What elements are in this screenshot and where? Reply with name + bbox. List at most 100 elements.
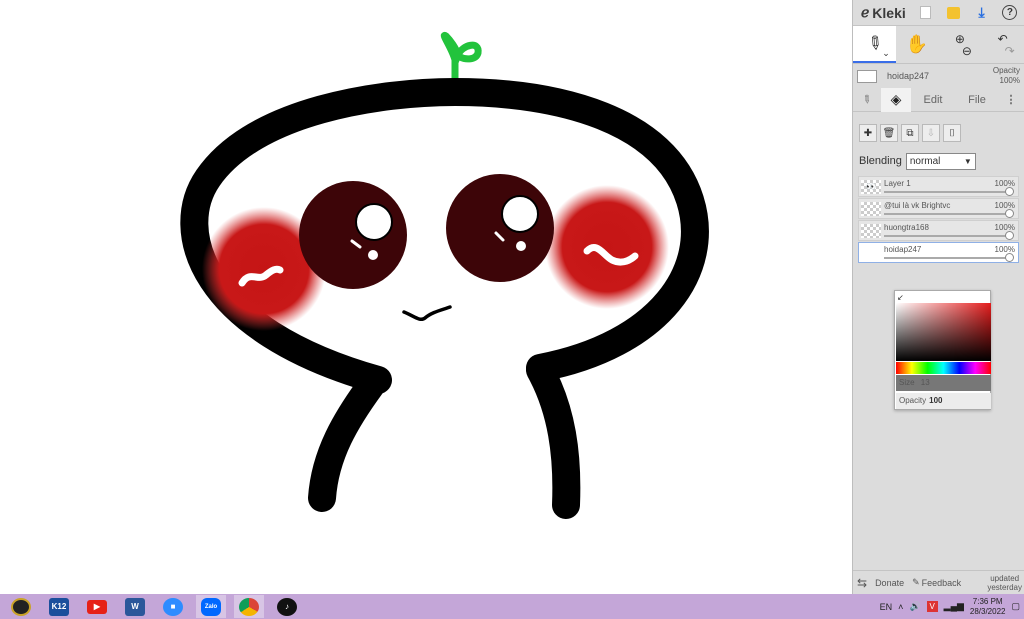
saturation-value-field[interactable]: [896, 303, 991, 361]
rename-icon: ⌷: [949, 127, 955, 139]
layer-opacity-slider[interactable]: [884, 235, 1012, 237]
new-image-button[interactable]: [914, 3, 936, 23]
feedback-icon: ✎: [912, 577, 920, 587]
notification-icon[interactable]: ▢: [1011, 601, 1020, 612]
brush-tool-button[interactable]: ✎ ⌄: [853, 26, 896, 63]
more-menu-button[interactable]: ⋮: [999, 88, 1023, 112]
chevron-up-icon[interactable]: ˄: [898, 602, 903, 612]
tab-edit[interactable]: Edit: [911, 88, 955, 112]
zoom-icon: ■: [163, 597, 183, 616]
slider-knob[interactable]: [1005, 253, 1014, 262]
taskbar-app-open[interactable]: [234, 595, 264, 618]
right-blush: [545, 185, 669, 309]
hue-slider[interactable]: [896, 362, 991, 374]
hand-icon: ✋: [905, 34, 929, 54]
chevron-down-icon: ▼: [963, 156, 972, 166]
chevron-down-icon: ⌄: [882, 48, 890, 58]
vivaldi-tray-icon[interactable]: V: [926, 601, 938, 612]
new-page-icon: [919, 6, 931, 19]
layer-item[interactable]: huongtra168 100%: [858, 220, 1019, 241]
rename-layer-button[interactable]: ⌷: [943, 124, 961, 142]
tab-file[interactable]: File: [955, 88, 999, 112]
drawing-canvas[interactable]: [0, 0, 852, 594]
app-logo: ℯ Kleki: [853, 4, 911, 21]
taskbar-app[interactable]: ■: [158, 595, 188, 618]
swap-icon: ⇆: [857, 575, 868, 590]
sprout-shape: [440, 31, 482, 84]
feedback-link[interactable]: ✎ Feedback: [908, 577, 965, 588]
kleki-logo-icon: ℯ: [861, 4, 870, 20]
volume-icon[interactable]: 🔊: [909, 601, 920, 612]
current-layer-name: hoidap247: [887, 71, 930, 81]
wifi-icon[interactable]: ▂▄▆: [944, 601, 964, 612]
zoom-out-icon[interactable]: ⊖: [962, 45, 972, 57]
layer-opacity-slider[interactable]: [884, 191, 1012, 193]
layer-list: 👀 Layer 1 100% @tui là vk Brightvc 100% …: [853, 176, 1024, 263]
top-bar: ℯ Kleki ⤓ ?: [853, 0, 1024, 26]
taskbar-app[interactable]: ▶: [82, 595, 112, 618]
zoom-buttons[interactable]: ⊕ ⊖: [939, 26, 982, 63]
add-layer-button[interactable]: ✚: [859, 124, 877, 142]
layer-toolbar: ✚ 🗑 ⧉ ⇩ ⌷: [853, 118, 1024, 148]
tab-layers[interactable]: ◈: [881, 87, 911, 112]
help-button[interactable]: ?: [999, 3, 1021, 23]
color-picker-popup: ↙ Size 13 Opacity 100: [894, 290, 991, 410]
delete-layer-button[interactable]: 🗑: [880, 124, 898, 142]
help-icon: ?: [1002, 5, 1018, 20]
update-note: updated yesterday: [987, 573, 1022, 592]
layer-opacity-slider[interactable]: [884, 257, 1012, 259]
brush-opacity-slider[interactable]: Opacity 100: [896, 393, 991, 409]
tab-brush[interactable]: ✎: [853, 88, 881, 112]
youtube-icon: ▶: [87, 599, 107, 614]
blending-select[interactable]: normal ▼: [905, 152, 976, 170]
duplicate-icon: ⧉: [906, 127, 914, 139]
download-icon: ⤓: [978, 4, 985, 20]
panel-tabs: ✎ ◈ Edit File ⋮: [853, 87, 1024, 112]
layer-item[interactable]: @tui là vk Brightvc 100%: [858, 198, 1019, 219]
taskbar-app-open[interactable]: Zalo: [196, 595, 226, 618]
language-indicator[interactable]: EN: [880, 602, 893, 612]
system-tray: EN ˄ 🔊 V ▂▄▆ 7:36 PM 28/3/2022 ▢: [880, 594, 1024, 619]
layer-thumbnail: [861, 224, 881, 238]
duplicate-layer-button[interactable]: ⧉: [901, 124, 919, 142]
layer-item-selected[interactable]: hoidap247 100%: [858, 242, 1019, 263]
layer-opacity-slider[interactable]: [884, 213, 1012, 215]
swap-side-button[interactable]: ⇆: [853, 576, 871, 590]
clock[interactable]: 7:36 PM 28/3/2022: [970, 597, 1006, 617]
donate-link[interactable]: Donate: [871, 578, 908, 588]
slider-knob[interactable]: [1005, 209, 1014, 218]
tool-row: ✎ ⌄ ✋ ⊕ ⊖ ↶ ↷: [853, 26, 1024, 64]
save-button[interactable]: [942, 3, 964, 23]
undo-redo-buttons[interactable]: ↶ ↷: [981, 26, 1024, 63]
zalo-icon: Zalo: [201, 597, 221, 616]
save-icon: [946, 6, 960, 19]
taskbar-app[interactable]: ♪: [272, 595, 302, 618]
redo-icon[interactable]: ↷: [1005, 45, 1015, 57]
layer-thumbnail: [861, 246, 881, 260]
taskbar-app[interactable]: [6, 595, 36, 618]
blending-label: Blending: [859, 155, 902, 167]
layer-item[interactable]: 👀 Layer 1 100%: [858, 176, 1019, 197]
zoom-in-icon[interactable]: ⊕: [955, 33, 965, 45]
hand-tool-button[interactable]: ✋: [896, 26, 939, 63]
side-panel: ℯ Kleki ⤓ ? ✎ ⌄ ✋ ⊕ ⊖ ↶ ↷ hoidap247 Opac…: [852, 0, 1024, 594]
layer-thumbnail: [861, 202, 881, 216]
chrome-circle-icon: [11, 597, 31, 616]
taskbar: K12 ▶ W ■ Zalo ♪ EN ˄ 🔊 V ▂▄▆ 7:36 PM 28…: [0, 594, 1024, 619]
taskbar-app[interactable]: K12: [44, 595, 74, 618]
undo-icon[interactable]: ↶: [998, 33, 1008, 45]
download-button[interactable]: ⤓: [971, 3, 993, 23]
slider-knob[interactable]: [1005, 231, 1014, 240]
blending-row: Blending normal ▼: [853, 150, 1024, 172]
picker-cursor-icon: ↙: [897, 293, 904, 302]
tiktok-icon: ♪: [277, 597, 297, 616]
color-swatch[interactable]: [857, 69, 877, 83]
brush-small-icon: ✎: [859, 92, 875, 108]
merge-down-icon: ⇩: [926, 127, 936, 139]
slider-knob[interactable]: [1005, 187, 1014, 196]
chrome-icon: [239, 597, 259, 616]
taskbar-app[interactable]: W: [120, 595, 150, 618]
merge-layer-button[interactable]: ⇩: [922, 124, 940, 142]
brush-size-slider[interactable]: Size 13: [896, 375, 991, 391]
left-eye: [299, 181, 407, 289]
